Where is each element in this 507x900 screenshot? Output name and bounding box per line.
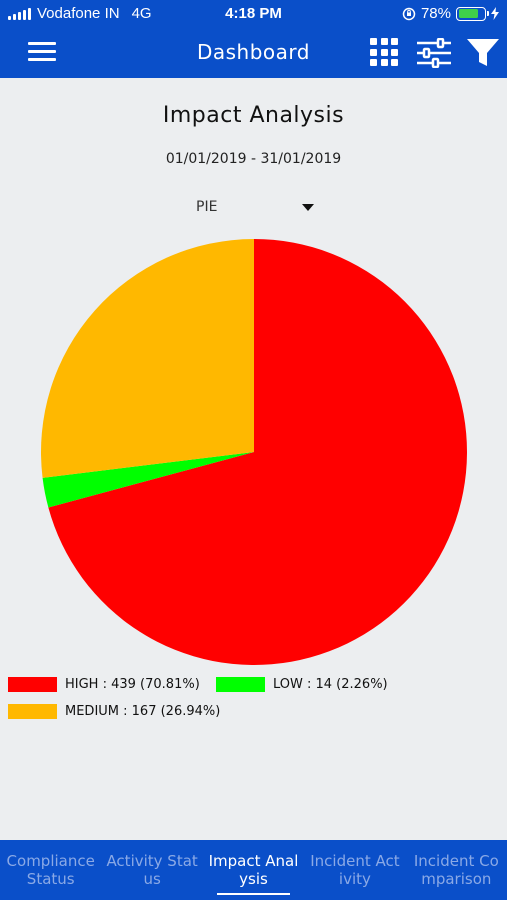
filter-icon[interactable] xyxy=(466,36,500,70)
legend-item-medium: MEDIUM : 167 (26.94%) xyxy=(8,704,220,719)
legend-label-high: HIGH : 439 (70.81%) xyxy=(65,677,200,692)
tab-label: Incident Activity xyxy=(310,852,400,888)
tab-incident-comparison[interactable]: Incident Comparison xyxy=(406,840,507,900)
chart-type-value: PIE xyxy=(196,199,218,215)
sliders-icon[interactable] xyxy=(416,38,452,68)
tab-label: Incident Comparison xyxy=(413,852,499,888)
status-bar: Vodafone IN 4G 4:18 PM 78% xyxy=(0,0,507,28)
grid-icon[interactable] xyxy=(370,38,398,66)
app-bar: Dashboard xyxy=(0,28,507,78)
status-right: 78% xyxy=(402,5,499,22)
legend-label-medium: MEDIUM : 167 (26.94%) xyxy=(65,704,221,719)
tab-label: Impact Analysis xyxy=(208,852,299,888)
tab-label: Activity Status xyxy=(106,852,198,888)
legend-item-high: HIGH : 439 (70.81%) xyxy=(8,677,200,692)
orientation-lock-icon xyxy=(402,7,416,20)
legend-item-low: LOW : 14 (2.26%) xyxy=(216,677,388,692)
pie-chart-svg xyxy=(41,239,467,665)
legend-label-low: LOW : 14 (2.26%) xyxy=(273,677,388,692)
charging-icon xyxy=(491,7,499,20)
chevron-down-icon xyxy=(302,204,314,211)
pie-chart xyxy=(41,239,467,665)
chart-type-dropdown[interactable]: PIE xyxy=(190,197,320,221)
legend-swatch-medium xyxy=(8,704,57,719)
date-range[interactable]: 01/01/2019 - 31/01/2019 xyxy=(0,151,507,167)
tab-label: Compliance Status xyxy=(6,852,95,888)
chart-title: Impact Analysis xyxy=(162,103,345,128)
legend-swatch-low xyxy=(216,677,265,692)
tab-compliance-status[interactable]: Compliance Status xyxy=(0,840,101,900)
tab-incident-activity[interactable]: Incident Activity xyxy=(304,840,405,900)
tab-impact-analysis[interactable]: Impact Analysis xyxy=(203,840,304,900)
battery-percent: 78% xyxy=(420,5,451,22)
tab-activity-status[interactable]: Activity Status xyxy=(101,840,202,900)
battery-icon xyxy=(456,6,489,21)
pie-slice-medium[interactable] xyxy=(41,239,254,478)
legend-swatch-high xyxy=(8,677,57,692)
bottom-nav: Compliance Status Activity Status Impact… xyxy=(0,840,507,900)
